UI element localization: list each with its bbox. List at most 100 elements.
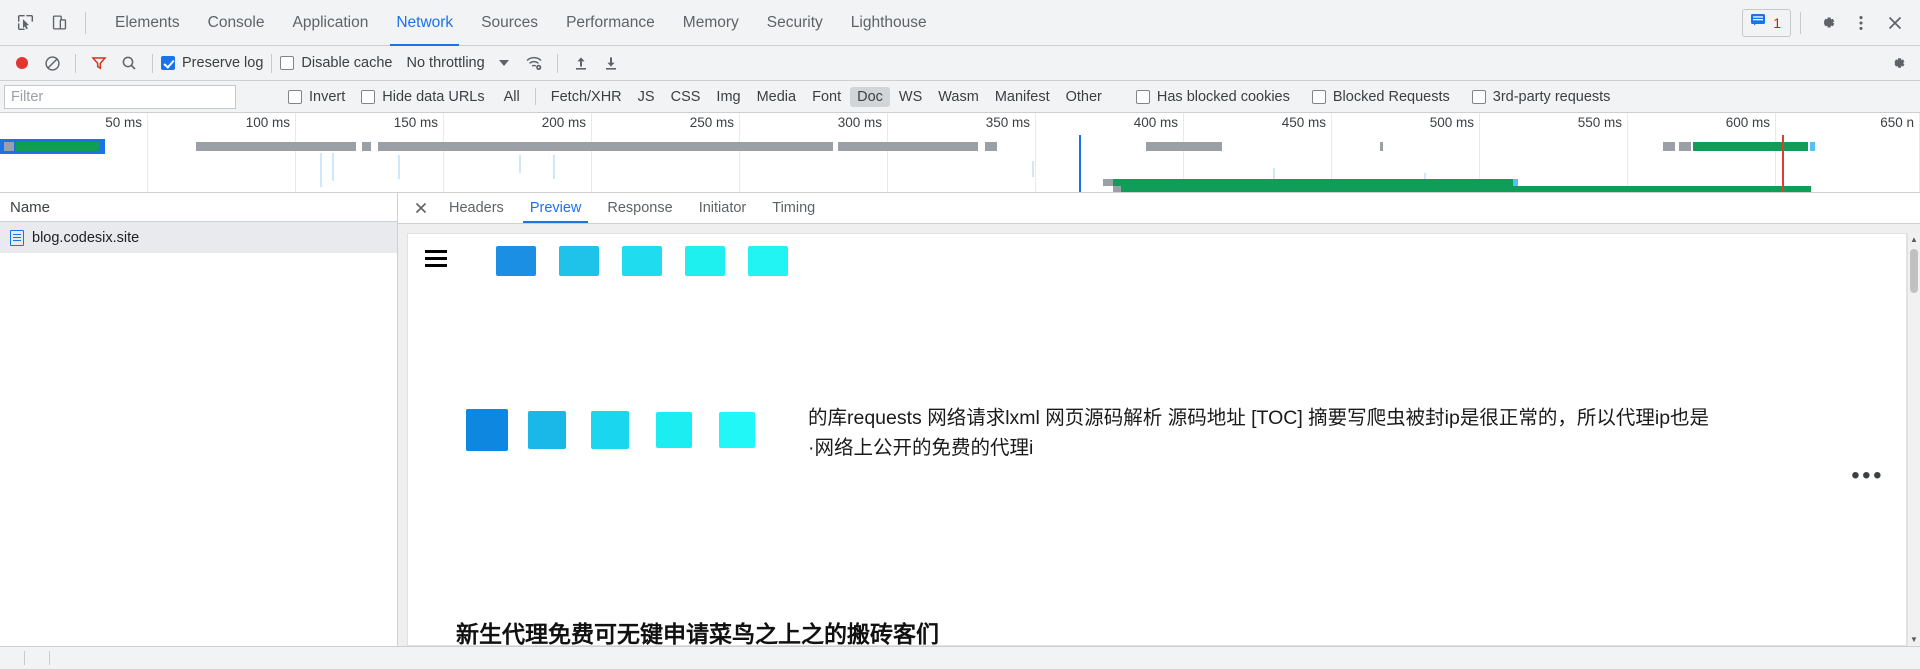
filter-type-wasm[interactable]: Wasm — [931, 87, 986, 107]
tab-initiator[interactable]: Initiator — [686, 193, 760, 223]
filter-type-doc[interactable]: Doc — [850, 86, 890, 107]
filter-type-media[interactable]: Media — [750, 87, 804, 107]
console-message-badge[interactable]: 1 — [1742, 8, 1791, 37]
filter-type-css[interactable]: CSS — [664, 87, 708, 107]
inspect-cursor-icon[interactable] — [8, 6, 42, 40]
disable-cache-checkbox[interactable] — [280, 56, 295, 70]
tab-security[interactable]: Security — [753, 0, 837, 46]
throttling-select[interactable]: No throttling — [406, 55, 509, 71]
overview-bar — [1146, 142, 1222, 151]
filter-type-other[interactable]: Other — [1059, 87, 1109, 107]
close-icon[interactable] — [406, 193, 436, 223]
scrollbar-thumb[interactable] — [1910, 249, 1918, 293]
overview-trail — [320, 153, 322, 187]
disable-cache-toggle[interactable]: Disable cache — [280, 55, 392, 71]
preview-page-render[interactable]: 的库requests 网络请求lxml 网页源码解析 源码地址 [TOC] 摘要… — [407, 233, 1907, 646]
more-vertical-icon[interactable] — [1844, 6, 1878, 40]
wifi-settings-icon[interactable] — [519, 49, 549, 77]
tab-preview[interactable]: Preview — [517, 193, 595, 223]
overview-bar — [362, 142, 371, 151]
filter-input[interactable] — [4, 84, 236, 109]
import-arrow-up-icon[interactable] — [566, 49, 596, 77]
tab-label: Initiator — [698, 200, 747, 216]
device-toolbar-icon[interactable] — [42, 6, 76, 40]
invert-label: Invert — [309, 88, 346, 105]
has-blocked-cookies-label: Has blocked cookies — [1156, 88, 1290, 105]
preview-bottom-text: 新生代理免费可无键申请菜鸟之上之的搬砖客们 — [456, 621, 939, 646]
network-overview-timeline[interactable]: 50 ms 100 ms 150 ms 200 ms 250 ms 300 ms… — [0, 113, 1920, 193]
tab-label: Preview — [529, 200, 582, 216]
preview-scrollbar[interactable]: ▲ ▼ — [1907, 233, 1920, 646]
mid-swatch — [656, 412, 692, 448]
disable-cache-label: Disable cache — [301, 55, 393, 71]
filter-type-ws[interactable]: WS — [892, 87, 929, 107]
tab-lighthouse[interactable]: Lighthouse — [837, 0, 941, 46]
invert-toggle[interactable]: Invert — [288, 89, 345, 105]
dom-content-loaded-marker — [1079, 135, 1081, 192]
tabbar-divider-2 — [1800, 11, 1801, 34]
tab-memory[interactable]: Memory — [669, 0, 753, 46]
detail-tabs: Headers Preview Response Initiator Timin… — [398, 193, 1920, 224]
hamburger-menu-icon[interactable] — [425, 250, 447, 267]
filter-type-fetch-xhr[interactable]: Fetch/XHR — [544, 87, 629, 107]
mid-swatch — [591, 411, 629, 449]
has-blocked-cookies-toggle[interactable]: Has blocked cookies — [1135, 88, 1290, 105]
filter-type-img[interactable]: Img — [709, 87, 747, 107]
tab-elements[interactable]: Elements — [101, 0, 194, 46]
status-divider — [24, 651, 25, 665]
hide-data-urls-checkbox[interactable] — [361, 89, 376, 104]
tab-label: Network — [396, 13, 454, 31]
overview-bar — [1513, 179, 1518, 186]
tab-label: Headers — [449, 200, 504, 216]
filter-type-js[interactable]: JS — [631, 87, 662, 107]
filter-type-label: All — [503, 88, 520, 105]
top-swatch — [748, 246, 788, 276]
clear-no-entry-icon[interactable] — [37, 49, 67, 77]
preserve-log-toggle[interactable]: Preserve log — [161, 55, 263, 71]
search-icon[interactable] — [114, 49, 144, 77]
tab-sources[interactable]: Sources — [467, 0, 552, 46]
tab-label: Elements — [115, 13, 180, 31]
filter-type-font[interactable]: Font — [805, 87, 848, 107]
tab-performance[interactable]: Performance — [552, 0, 669, 46]
third-party-requests-checkbox[interactable] — [1471, 89, 1486, 104]
tab-application[interactable]: Application — [279, 0, 383, 46]
filter-type-manifest[interactable]: Manifest — [988, 87, 1057, 107]
record-circle-icon[interactable] — [7, 49, 37, 77]
third-party-requests-toggle[interactable]: 3rd-party requests — [1471, 89, 1610, 105]
preserve-log-checkbox[interactable] — [161, 56, 175, 70]
preview-ellipsis[interactable]: ••• — [1851, 462, 1884, 490]
scroll-up-arrow-icon[interactable]: ▲ — [1908, 233, 1920, 246]
network-settings-gear-icon[interactable] — [1883, 49, 1913, 77]
export-arrow-down-icon[interactable] — [596, 49, 626, 77]
preview-body-text: 的库requests 网络请求lxml 网页源码解析 源码地址 [TOC] 摘要… — [808, 407, 1710, 459]
invert-checkbox[interactable] — [288, 89, 302, 104]
request-list-header[interactable]: Name — [0, 193, 397, 222]
close-icon[interactable] — [1878, 6, 1912, 40]
funnel-filter-icon[interactable] — [84, 49, 114, 77]
request-list-empty-area — [0, 253, 397, 646]
overview-bar — [1113, 179, 1513, 186]
overview-bar — [196, 142, 356, 151]
has-blocked-cookies-checkbox[interactable] — [1135, 89, 1150, 104]
tab-network[interactable]: Network — [382, 0, 467, 46]
tab-timing[interactable]: Timing — [759, 193, 828, 223]
gear-icon[interactable] — [1810, 6, 1844, 40]
console-message-count: 1 — [1773, 14, 1781, 31]
hide-data-urls-toggle[interactable]: Hide data URLs — [361, 89, 485, 105]
overview-bar — [1679, 142, 1691, 151]
table-row[interactable]: blog.codesix.site — [0, 222, 397, 253]
status-bar — [0, 646, 1920, 669]
tab-headers[interactable]: Headers — [436, 193, 517, 223]
filter-type-label: Media — [756, 88, 797, 105]
tab-label: Timing — [772, 200, 816, 216]
toolbar-divider-3 — [271, 53, 273, 73]
scroll-down-arrow-icon[interactable]: ▼ — [1908, 633, 1920, 646]
filter-type-label: CSS — [670, 88, 701, 105]
filter-type-label: JS — [637, 88, 655, 105]
tab-response[interactable]: Response — [594, 193, 685, 223]
blocked-requests-checkbox[interactable] — [1311, 89, 1326, 104]
filter-type-all[interactable]: All — [497, 87, 527, 107]
blocked-requests-toggle[interactable]: Blocked Requests — [1311, 89, 1450, 105]
tab-console[interactable]: Console — [194, 0, 279, 46]
